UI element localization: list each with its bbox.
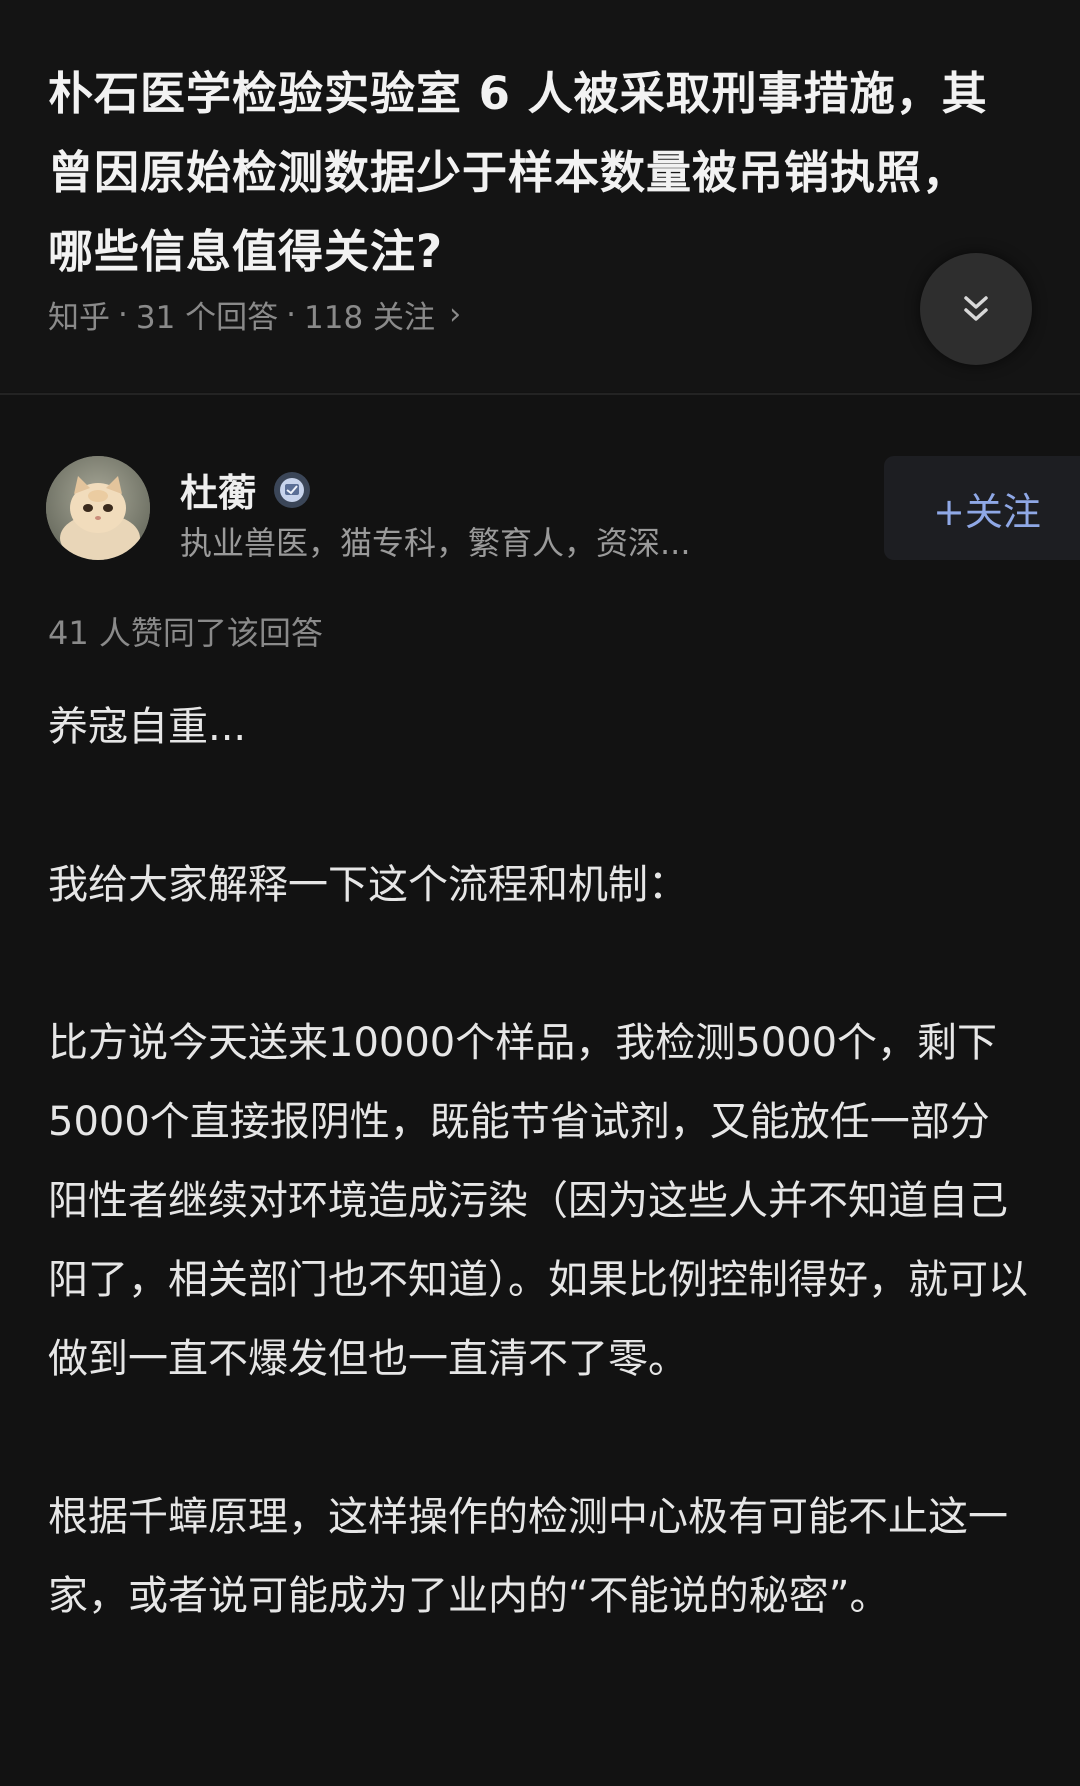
answer-paragraph: 养寇自重... [48, 704, 247, 750]
answers-count: 31 个回答 [135, 300, 279, 336]
follow-button[interactable]: +关注 [884, 456, 1080, 560]
collapse-button[interactable] [920, 253, 1032, 365]
author-description: 执业兽医，猫专科，繁育人，资深... [180, 524, 691, 562]
followers-count: 118 关注 [304, 300, 436, 336]
verified-badge-icon [274, 471, 311, 508]
vote-info: 41 人赞同了该回答 [48, 614, 323, 652]
divider [0, 393, 1080, 395]
question-title[interactable]: 朴石医学检验实验室 6 人被采取刑事措施，其曾因原始检测数据少于样本数量被吊销执… [48, 54, 1008, 291]
answer-content: 养寇自重... 我给大家解释一下这个流程和机制： 比方说今天送来10000个样品… [48, 688, 1028, 1715]
cat-avatar-image [46, 456, 150, 560]
source-label: 知乎 [48, 300, 110, 336]
question-meta[interactable]: 知乎 · 31 个回答 · 118 关注 › [48, 292, 461, 337]
author-name-row: 杜蘅 [180, 462, 312, 517]
answer-paragraph: 根据千蟑原理，这样操作的检测中心极有可能不止这一家，或者说可能成为了业内的“不能… [48, 1494, 1008, 1619]
meta-separator: · [286, 296, 297, 333]
chevron-right-icon: › [449, 297, 462, 332]
author-row: 杜蘅 执业兽医，猫专科，繁育人，资深... +关注 [46, 456, 1080, 566]
meta-separator: · [118, 296, 128, 333]
avatar[interactable] [46, 456, 150, 560]
answer-paragraph: 我给大家解释一下这个流程和机制： [48, 862, 688, 908]
double-chevron-down-icon [964, 296, 988, 321]
question-header: 朴石医学检验实验室 6 人被采取刑事措施，其曾因原始检测数据少于样本数量被吊销执… [0, 0, 1080, 392]
author-name[interactable]: 杜蘅 [180, 462, 256, 517]
answer-paragraph: 比方说今天送来10000个样品，我检测5000个，剩下5000个直接报阴性，既能… [48, 1020, 1028, 1382]
